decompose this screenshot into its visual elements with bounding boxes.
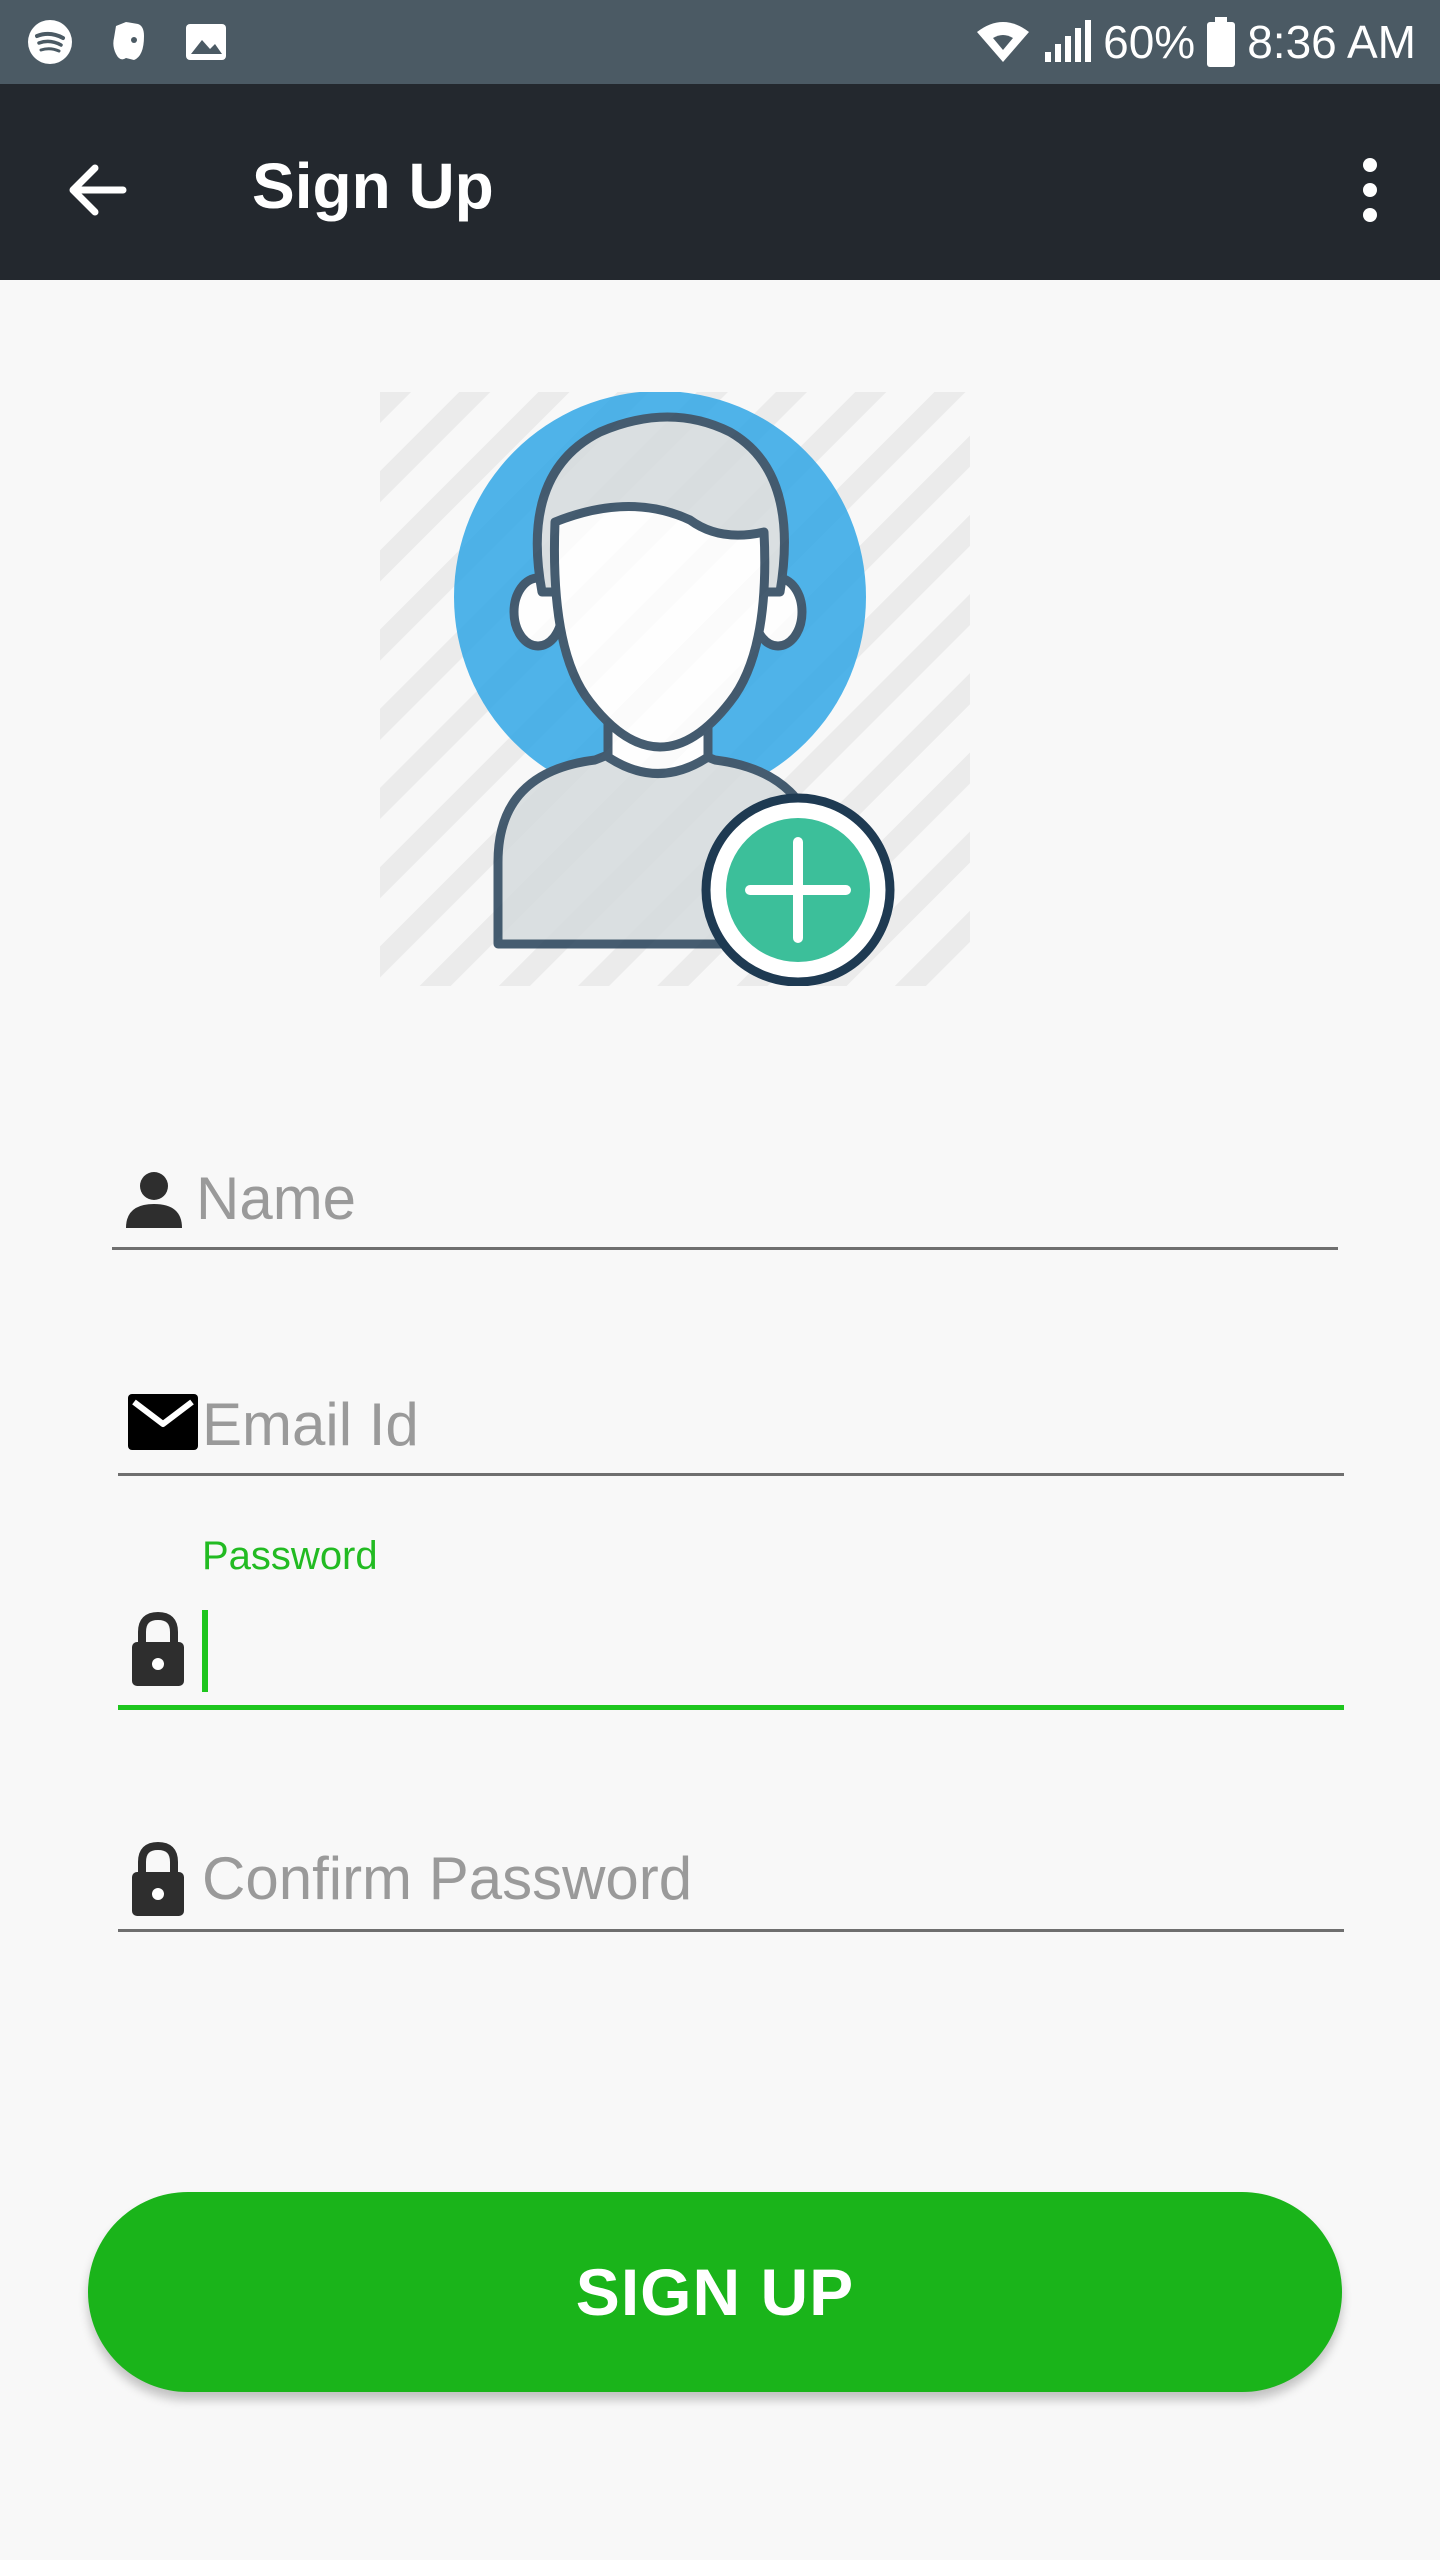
evernote-icon: [113, 22, 144, 60]
back-button[interactable]: [50, 142, 146, 238]
name-underline: [112, 1247, 1338, 1250]
battery-percent: 60%: [1103, 16, 1196, 68]
add-user-avatar[interactable]: [380, 391, 970, 987]
password-label: Password: [202, 1534, 378, 1578]
person-icon: [126, 1172, 182, 1228]
status-bar: 60% 8:36 AM: [0, 0, 1440, 84]
clock: 8:36 AM: [1247, 16, 1416, 68]
password-input[interactable]: [202, 1610, 1322, 1694]
email-input[interactable]: [202, 1384, 1322, 1464]
spotify-icon: [28, 20, 72, 64]
confirm-password-input[interactable]: [202, 1838, 1322, 1918]
password-underline: [118, 1705, 1344, 1710]
image-icon: [186, 24, 226, 60]
add-user-avatar-icon: [380, 391, 970, 987]
more-vert-icon: [1363, 158, 1377, 222]
page-title: Sign Up: [252, 150, 494, 222]
lock-icon: [132, 1611, 184, 1686]
overflow-menu-button[interactable]: [1330, 142, 1410, 238]
status-right: 60% 8:36 AM: [975, 0, 1416, 84]
name-input[interactable]: [196, 1158, 1316, 1238]
confirm-password-field[interactable]: [118, 1820, 1344, 1932]
name-field[interactable]: [112, 1140, 1338, 1250]
sign-up-button[interactable]: SIGN UP: [88, 2192, 1342, 2392]
password-field[interactable]: Password: [118, 1530, 1344, 1710]
lock-icon: [132, 1841, 184, 1916]
app-bar: Sign Up: [0, 84, 1440, 280]
signal-icon: [1045, 20, 1092, 62]
text-cursor: [202, 1610, 208, 1692]
wifi-icon: [977, 22, 1030, 62]
email-field[interactable]: [118, 1366, 1344, 1476]
email-underline: [118, 1473, 1344, 1476]
confirm-password-underline: [118, 1929, 1344, 1932]
battery-icon: [1207, 17, 1236, 67]
mail-icon: [128, 1394, 198, 1450]
arrow-back-icon: [69, 164, 127, 216]
